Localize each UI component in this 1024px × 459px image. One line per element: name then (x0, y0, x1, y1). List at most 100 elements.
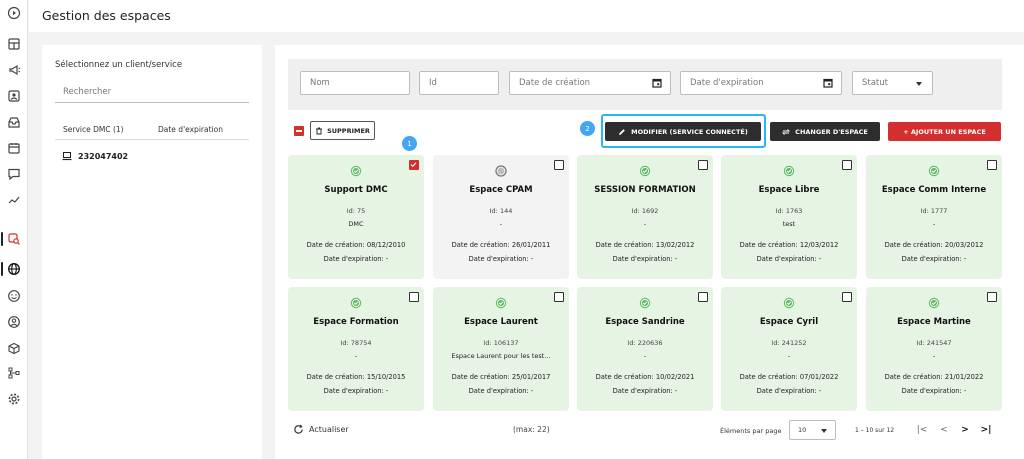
contact-icon[interactable] (7, 89, 21, 103)
gear-icon[interactable] (7, 392, 21, 406)
check-icon (410, 162, 417, 168)
col-header-service[interactable]: Service DMC (1) (63, 125, 124, 134)
play-circle-icon[interactable] (7, 6, 21, 20)
col-header-expiry[interactable]: Date d'expiration (158, 125, 223, 134)
edit-connected-service-button[interactable]: MODIFIER (SERVICE CONNECTÉ) (605, 122, 761, 141)
refresh-label: Actualiser (309, 425, 349, 434)
card-created-date: Date de création: 21/01/2022 (884, 373, 984, 381)
packages-icon[interactable] (7, 341, 21, 355)
add-space-button[interactable]: + AJOUTER UN ESPACE (888, 122, 1001, 141)
card-description: Espace Laurent pour les test... (451, 352, 551, 360)
space-card[interactable]: Espace Laurent Id: 106137 Espace Laurent p… (433, 287, 569, 411)
active-status-icon (350, 165, 362, 177)
smiley-icon[interactable] (7, 289, 21, 303)
card-description: - (932, 220, 936, 228)
card-checkbox[interactable] (554, 292, 564, 302)
pencil-icon (619, 128, 625, 135)
card-created-date: Date de création: 07/01/2022 (739, 373, 839, 381)
active-status-icon (350, 297, 362, 309)
user-circle-icon[interactable] (7, 315, 21, 329)
card-description: - (787, 352, 791, 360)
card-created-date: Date de création: 10/02/2021 (595, 373, 695, 381)
card-title: Espace Cyril (759, 317, 819, 327)
items-per-page-label: Éléments par page (720, 427, 782, 435)
space-card[interactable]: Support DMC Id: 75 DMC Date de création: 08… (288, 155, 424, 279)
card-description: - (354, 352, 358, 360)
calendar-icon[interactable] (823, 78, 833, 88)
filter-bar: Nom Id Date de création Date d'expiratio… (288, 59, 1002, 110)
card-checkbox[interactable] (698, 160, 708, 170)
megaphone-icon[interactable] (7, 63, 21, 77)
card-expiry-date: Date d'expiration: - (901, 255, 967, 263)
space-card[interactable]: Espace Sandrine Id: 220636 - Date de créati… (577, 287, 713, 411)
client-search-input[interactable] (55, 81, 249, 103)
id-filter-placeholder: Id (429, 78, 437, 88)
trend-icon[interactable] (7, 193, 21, 207)
active-status-icon (639, 297, 651, 309)
space-card[interactable]: Espace Comm Interne Id: 1777 - Date de créa… (866, 155, 1002, 279)
space-card[interactable]: Espace Formation Id: 78754 - Date de créati… (288, 287, 424, 411)
card-checkbox[interactable] (842, 292, 852, 302)
card-id: Id: 241547 (916, 339, 952, 347)
inactive-status-icon (495, 165, 507, 177)
spaces-panel: Nom Id Date de création Date d'expiratio… (275, 45, 1024, 459)
status-filter-placeholder: Statut (862, 78, 888, 88)
card-checkbox[interactable] (987, 160, 997, 170)
delete-button[interactable]: SUPPRIMER (310, 121, 375, 140)
globe-icon[interactable] (7, 262, 21, 276)
page-range: 1 – 10 sur 12 (855, 427, 895, 434)
space-card[interactable]: Espace Libre Id: 1763 test Date de création… (721, 155, 857, 279)
created-date-placeholder: Date de création (519, 78, 591, 88)
card-title: Espace Martine (897, 317, 971, 327)
next-page-button[interactable]: > (959, 424, 971, 436)
card-description: test (782, 220, 796, 228)
card-checkbox[interactable] (987, 292, 997, 302)
expiry-date-filter[interactable]: Date d'expiration (680, 71, 842, 95)
card-id: Id: 75 (346, 207, 366, 215)
add-space-label: + AJOUTER UN ESPACE (903, 127, 986, 136)
status-filter-select[interactable]: Statut (852, 71, 933, 95)
change-space-label: CHANGER D'ESPACE (795, 127, 868, 136)
card-title: Espace CPAM (469, 185, 533, 195)
change-space-button[interactable]: CHANGER D'ESPACE (770, 122, 880, 141)
card-created-date: Date de création: 12/03/2012 (739, 241, 839, 249)
card-created-date: Date de création: 13/02/2012 (595, 241, 695, 249)
inbox-icon[interactable] (7, 115, 21, 129)
calendar-icon[interactable] (652, 78, 662, 88)
dashboard-icon[interactable] (7, 37, 21, 51)
card-checkbox[interactable] (409, 160, 419, 170)
name-filter-input[interactable]: Nom (300, 71, 410, 95)
tree-icon[interactable] (7, 366, 21, 380)
space-card[interactable]: Espace CPAM Id: 144 - Date de création: 26/… (433, 155, 569, 279)
calendar-icon[interactable] (7, 141, 21, 155)
space-card[interactable]: Espace Martine Id: 241547 - Date de créatio… (866, 287, 1002, 411)
space-card[interactable]: Espace Cyril Id: 241252 - Date de création:… (721, 287, 857, 411)
chat-icon[interactable] (7, 167, 21, 181)
divider (55, 139, 249, 140)
select-all-checkbox[interactable] (294, 126, 304, 136)
created-date-filter[interactable]: Date de création (509, 71, 671, 95)
prev-page-button[interactable]: < (938, 424, 950, 436)
card-title: Espace Sandrine (605, 317, 685, 327)
first-page-button[interactable]: |< (916, 424, 928, 436)
card-created-date: Date de création: 25/01/2017 (451, 373, 551, 381)
items-per-page-value: 10 (798, 426, 807, 434)
active-status-icon (928, 165, 940, 177)
card-checkbox[interactable] (409, 292, 419, 302)
client-row[interactable]: 232047402 (62, 150, 128, 162)
active-status-icon (639, 165, 651, 177)
card-checkbox[interactable] (698, 292, 708, 302)
last-page-button[interactable]: >| (980, 424, 992, 436)
refresh-button[interactable]: Actualiser (293, 424, 349, 435)
card-checkbox[interactable] (554, 160, 564, 170)
active-status-icon (783, 165, 795, 177)
laptop-icon (62, 152, 72, 161)
page-title: Gestion des espaces (42, 8, 171, 23)
space-card[interactable]: SESSION FORMATION Id: 1692 - Date de créati… (577, 155, 713, 279)
card-checkbox[interactable] (842, 160, 852, 170)
step-badge-2: 2 (580, 121, 595, 136)
spaces-search-icon[interactable] (7, 232, 21, 246)
id-filter-input[interactable]: Id (419, 71, 499, 95)
card-expiry-date: Date d'expiration: - (468, 387, 534, 395)
items-per-page-select[interactable]: 10 (789, 420, 836, 440)
